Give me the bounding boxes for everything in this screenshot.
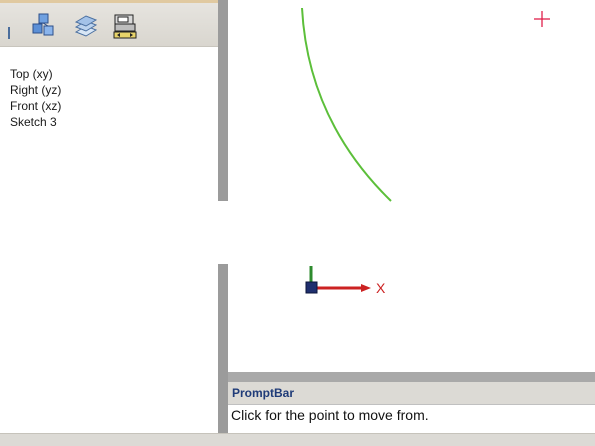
feature-tree-icon[interactable] (30, 12, 56, 40)
origin-triad-icon (305, 266, 371, 294)
camera-icon[interactable] (112, 12, 138, 40)
tree-item-front-plane[interactable]: Front (xz) (10, 98, 61, 114)
toolbar-accent (0, 0, 218, 3)
splitter-gap (218, 201, 228, 264)
prompt-bar: PromptBar Click for the point to move fr… (228, 372, 595, 434)
tree-item-sketch[interactable]: Sketch 3 (10, 114, 61, 130)
feature-tree-toolbar (0, 0, 218, 47)
feature-tree-panel: Top (xy) Right (yz) Front (xz) Sketch 3 (0, 0, 218, 445)
panel-splitter-lower[interactable] (218, 264, 228, 433)
cursor-crosshair-icon (534, 11, 550, 27)
layers-icon[interactable] (72, 12, 98, 40)
prompt-message: Click for the point to move from. (231, 407, 429, 423)
tree-item-right-plane[interactable]: Right (yz) (10, 82, 61, 98)
drawing-canvas[interactable]: X (228, 0, 595, 372)
status-strip (0, 433, 595, 446)
feature-tree-list: Top (xy) Right (yz) Front (xz) Sketch 3 (10, 66, 61, 130)
sketch-arc (301, 7, 392, 202)
panel-splitter[interactable] (218, 0, 228, 201)
prompt-bar-title: PromptBar (232, 386, 295, 400)
prompt-bar-body: Click for the point to move from. (228, 404, 595, 434)
x-axis-label: X (376, 280, 386, 296)
toolbar-separator (8, 27, 10, 39)
prompt-bar-header: PromptBar (228, 382, 595, 404)
tree-item-top-plane[interactable]: Top (xy) (10, 66, 61, 82)
